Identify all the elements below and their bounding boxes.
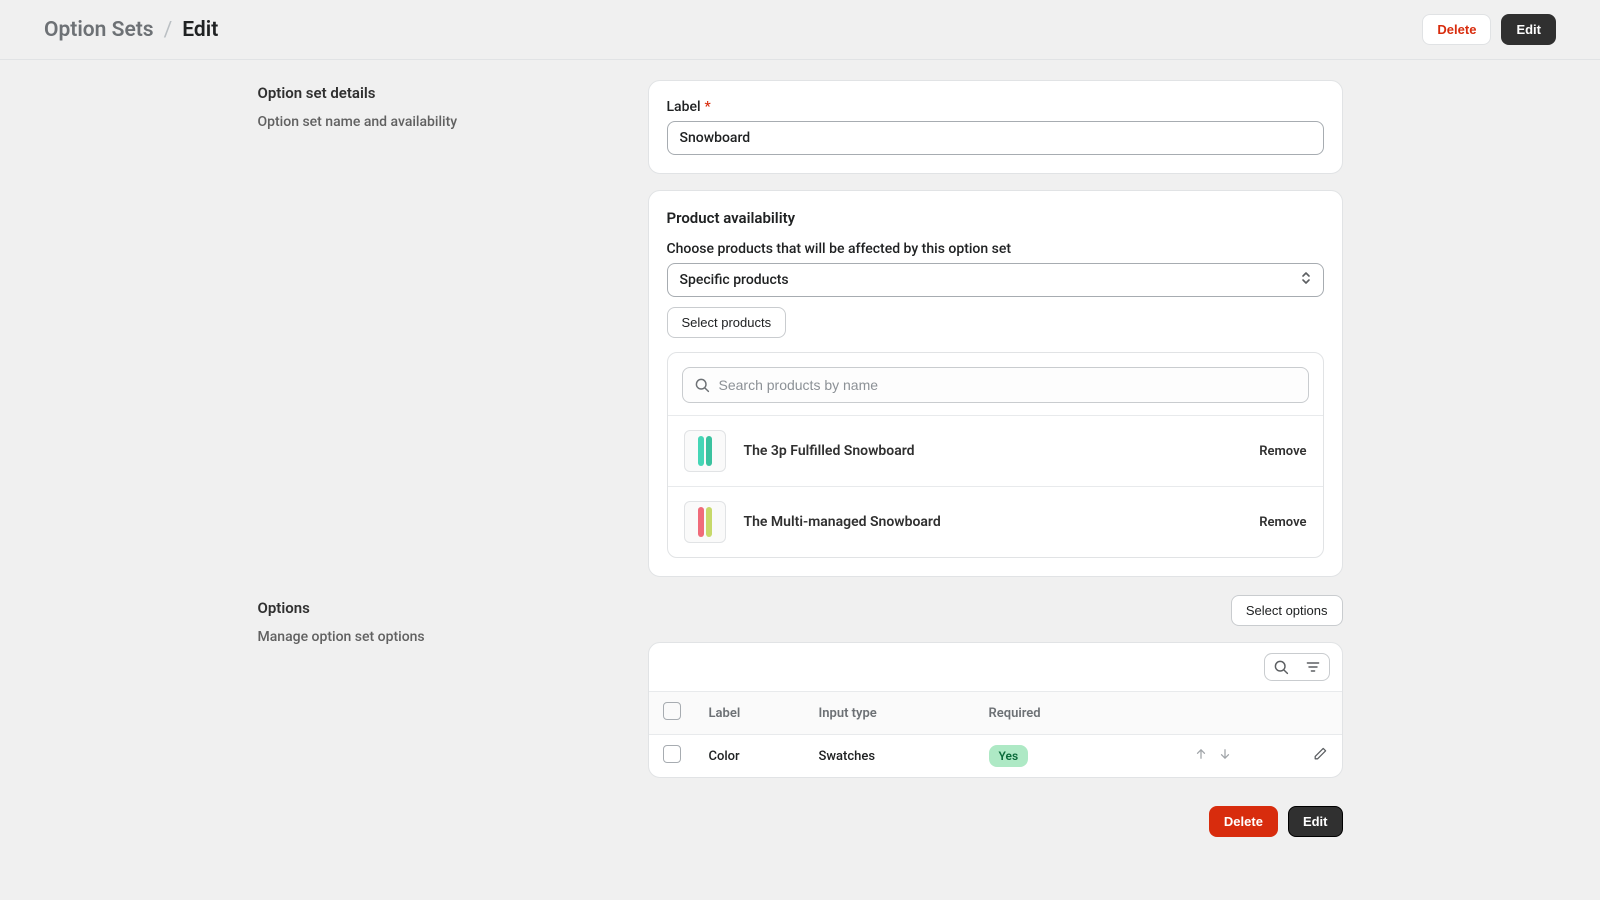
edit-button[interactable]: Edit bbox=[1501, 14, 1556, 45]
row-input-type: Swatches bbox=[805, 735, 975, 778]
row-label: Color bbox=[695, 735, 805, 778]
pencil-icon bbox=[1312, 746, 1328, 762]
select-products-button[interactable]: Select products bbox=[667, 307, 787, 338]
details-section-desc: Option set name and availability bbox=[258, 114, 628, 130]
product-name: The 3p Fulfilled Snowboard bbox=[744, 443, 915, 459]
row-checkbox[interactable] bbox=[663, 745, 681, 763]
label-input[interactable] bbox=[667, 121, 1324, 155]
header-actions: Delete Edit bbox=[1422, 14, 1556, 45]
breadcrumb-root[interactable]: Option Sets bbox=[44, 18, 154, 42]
options-delete-button[interactable]: Delete bbox=[1209, 806, 1278, 837]
table-search-filter-group bbox=[1264, 653, 1330, 681]
table-filter-button[interactable] bbox=[1297, 654, 1329, 680]
breadcrumb-separator: / bbox=[164, 18, 173, 42]
product-name: The Multi-managed Snowboard bbox=[744, 514, 941, 530]
details-section-title: Option set details bbox=[258, 84, 628, 102]
delete-button[interactable]: Delete bbox=[1422, 14, 1491, 45]
table-row: Color Swatches Yes bbox=[649, 735, 1342, 778]
availability-select[interactable] bbox=[667, 263, 1324, 297]
product-remove-link[interactable]: Remove bbox=[1259, 515, 1306, 530]
product-row: The 3p Fulfilled Snowboard Remove bbox=[668, 415, 1323, 486]
product-list-box: The 3p Fulfilled Snowboard Remove The Mu… bbox=[667, 352, 1324, 558]
select-options-button[interactable]: Select options bbox=[1231, 595, 1343, 626]
row-required-badge: Yes bbox=[989, 745, 1029, 767]
row-edit-button[interactable] bbox=[1312, 746, 1328, 766]
filter-icon bbox=[1305, 659, 1321, 675]
search-icon bbox=[1273, 659, 1289, 675]
search-icon bbox=[694, 377, 710, 393]
move-down-button[interactable] bbox=[1218, 747, 1232, 765]
product-remove-link[interactable]: Remove bbox=[1259, 444, 1306, 459]
options-table-card: Label Input type Required Color Swatches… bbox=[648, 642, 1343, 778]
move-up-button[interactable] bbox=[1194, 747, 1208, 765]
breadcrumb: Option Sets / Edit bbox=[44, 18, 218, 42]
options-section-title: Options bbox=[258, 599, 628, 617]
product-search-input[interactable] bbox=[682, 367, 1309, 403]
col-input-type: Input type bbox=[805, 692, 975, 735]
arrow-down-icon bbox=[1218, 747, 1232, 761]
table-search-button[interactable] bbox=[1265, 654, 1297, 680]
col-required: Required bbox=[975, 692, 1145, 735]
page-header: Option Sets / Edit Delete Edit bbox=[0, 0, 1600, 60]
col-label: Label bbox=[695, 692, 805, 735]
availability-title: Product availability bbox=[667, 209, 1324, 227]
required-asterisk: * bbox=[705, 99, 711, 115]
breadcrumb-current: Edit bbox=[182, 18, 218, 42]
arrow-up-icon bbox=[1194, 747, 1208, 761]
select-all-checkbox[interactable] bbox=[663, 702, 681, 720]
availability-subtext: Choose products that will be affected by… bbox=[667, 241, 1324, 257]
options-edit-button[interactable]: Edit bbox=[1288, 806, 1343, 837]
product-thumb bbox=[684, 501, 726, 543]
label-field-label: Label bbox=[667, 99, 701, 115]
availability-card: Product availability Choose products tha… bbox=[648, 190, 1343, 577]
product-row: The Multi-managed Snowboard Remove bbox=[668, 486, 1323, 557]
product-thumb bbox=[684, 430, 726, 472]
label-card: Label * bbox=[648, 80, 1343, 174]
options-section-desc: Manage option set options bbox=[258, 629, 628, 645]
